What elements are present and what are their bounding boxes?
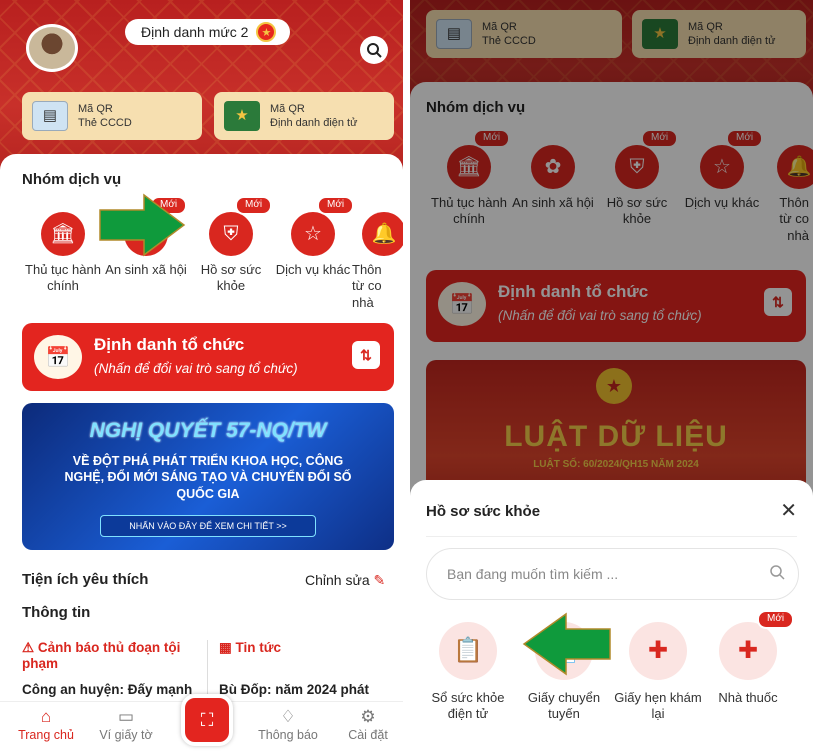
qr-cccd-card[interactable]: ▤ Mã QR Thẻ CCCD	[22, 92, 202, 140]
health-item-label: Sổ sức khỏe điện tử	[431, 690, 505, 722]
scan-icon: ⛶	[200, 709, 214, 730]
service-health-records[interactable]: ⛨ Mới Hồ sơ sức khỏe	[190, 196, 273, 295]
divider	[426, 536, 797, 537]
divider	[207, 640, 208, 700]
news-title: Cảnh báo thủ đoạn tội phạm	[22, 640, 181, 672]
nav-notifications[interactable]: ♢ Thông báo	[252, 706, 324, 742]
banner-heading: NGHỊ QUYẾT 57-NQ/TW	[89, 419, 327, 442]
building-icon: 🏛	[41, 212, 85, 256]
home-screen: Định danh mức 2 ★ ▤ Mã QR Thẻ CCCD ★ Mã Q…	[0, 0, 403, 751]
nav-settings[interactable]: ⚙ Cài đặt	[332, 706, 403, 742]
home-icon: ⌂	[40, 707, 52, 726]
qr-digital-id-card[interactable]: ★ Mã QR Định danh điện tử	[214, 92, 394, 140]
sheet-title: Hồ sơ sức khỏe	[426, 503, 541, 520]
edit-label: Chỉnh sửa	[305, 572, 370, 588]
service-label: Thôn từ co nhà	[352, 262, 382, 310]
org-card-subtitle: (Nhấn để đổi vai trò sang tổ chức)	[94, 361, 298, 376]
scan-qr-button[interactable]: ⛶	[181, 694, 233, 746]
health-item-reexam[interactable]: ✚ Giấy hẹn khám lại	[614, 622, 702, 723]
service-label: An sinh xã hội	[105, 262, 187, 277]
appointment-icon: ✚	[629, 622, 687, 680]
bell-icon: 🔔	[362, 212, 403, 256]
edit-favorites-button[interactable]: Chỉnh sửa ✎	[305, 572, 385, 589]
service-label: Thủ tục hành chính	[25, 262, 101, 294]
health-item-label: Giấy chuyển tuyến	[527, 690, 601, 722]
right-arrow-icon	[99, 193, 186, 257]
new-badge: Mới	[317, 196, 355, 215]
service-label: Hồ sơ sức khỏe	[200, 262, 262, 294]
nav-label: Ví giấy tờ	[99, 728, 153, 742]
news-title: Tin tức	[235, 640, 282, 655]
service-group-title: Nhóm dịch vụ	[22, 171, 122, 188]
pharmacy-icon: ✚ Mới	[719, 610, 795, 680]
nav-label: Thông báo	[258, 728, 318, 742]
nav-wallet[interactable]: ▭ Ví giấy tờ	[90, 706, 162, 742]
info-title: Thông tin	[22, 604, 91, 621]
newspaper-icon: ▦	[219, 640, 232, 655]
promo-banner[interactable]: NGHỊ QUYẾT 57-NQ/TW VỀ ĐỘT PHÁ PHÁT TRIỂ…	[22, 403, 394, 550]
qr-card-line1: Mã QR	[270, 102, 305, 115]
health-shield-icon: ⛨ Mới	[209, 196, 273, 256]
org-identity-card[interactable]: 📅 Định danh tổ chức (Nhấn để đổi vai trò…	[22, 323, 394, 391]
service-admin-procedures[interactable]: 🏛 Thủ tục hành chính	[22, 212, 104, 295]
banner-cta[interactable]: NHẤN VÀO ĐÂY ĐỂ XEM CHI TIẾT >>	[100, 515, 316, 537]
emblem-icon: ★	[224, 101, 260, 131]
warning-icon: ⚠	[22, 640, 35, 655]
calendar-icon: 📅	[34, 335, 82, 379]
qr-card-line2: Định danh điện tử	[270, 117, 358, 129]
shield-icon: ★	[256, 22, 277, 42]
left-arrow-icon	[522, 612, 611, 676]
health-item-ehealth-book[interactable]: 📋 Sổ sức khỏe điện tử	[424, 622, 512, 723]
close-icon[interactable]: ✕	[780, 498, 797, 523]
search-button[interactable]	[360, 36, 388, 64]
health-records-sheet: Hồ sơ sức khỏe ✕ Bạn đang muốn tìm kiếm …	[410, 480, 813, 751]
nav-label: Trang chủ	[18, 728, 74, 742]
identity-level-label: Định danh mức 2	[141, 24, 249, 40]
news-item-news[interactable]: ▦ Tin tức	[219, 640, 281, 656]
wallet-icon: ▭	[117, 707, 135, 726]
new-badge: Mới	[757, 610, 795, 629]
avatar[interactable]	[26, 24, 78, 72]
nav-home[interactable]: ⌂ Trang chủ	[10, 706, 82, 742]
medical-clipboard-icon: 📋	[439, 622, 497, 680]
switch-role-icon[interactable]: ⇅	[352, 341, 380, 369]
search-icon	[770, 565, 785, 580]
bell-icon: ♢	[280, 707, 296, 726]
search-input[interactable]: Bạn đang muốn tìm kiếm ...	[426, 548, 799, 600]
qr-card-line2: Thẻ CCCD	[78, 117, 132, 129]
search-icon	[367, 43, 382, 58]
news-item-warning[interactable]: ⚠ Cảnh báo thủ đoạn tội phạm	[22, 640, 202, 672]
org-card-title: Định danh tổ chức	[94, 335, 245, 354]
pencil-icon: ✎	[373, 572, 386, 588]
new-badge: Mới	[235, 196, 273, 215]
qr-card-line1: Mã QR	[78, 102, 113, 115]
news-snippet: Bù Đốp: năm 2024 phát	[219, 682, 370, 697]
bottom-nav: ⌂ Trang chủ ▭ Ví giấy tờ ⛶ ♢ Thông báo ⚙ Cài…	[0, 694, 403, 751]
health-item-label: Nhà thuốc	[718, 690, 778, 705]
favorites-title: Tiện ích yêu thích	[22, 571, 149, 588]
banner-body: VỀ ĐỘT PHÁ PHÁT TRIỂN KHOA HỌC, CÔNG NGH…	[64, 454, 352, 501]
news-snippet: Công an huyện: Đấy mạnh	[22, 682, 193, 697]
service-label: Dịch vụ khác	[275, 262, 351, 277]
nav-label: Cài đặt	[348, 728, 388, 742]
service-other[interactable]: ☆ Mới Dịch vụ khác	[272, 196, 355, 278]
health-sheet-screen: ▤ Mã QR Thẻ CCCD ★ Mã QR Định danh điện tử…	[410, 0, 813, 751]
health-item-label: Giấy hẹn khám lại	[614, 690, 702, 722]
star-icon: ☆ Mới	[291, 196, 355, 256]
service-notification[interactable]: 🔔 Thôn từ co nhà	[352, 212, 403, 311]
gear-icon: ⚙	[360, 707, 376, 726]
health-item-pharmacy[interactable]: ✚ Mới Nhà thuốc	[704, 610, 795, 706]
id-card-icon: ▤	[32, 101, 68, 131]
identity-level-badge[interactable]: Định danh mức 2 ★	[125, 19, 290, 45]
